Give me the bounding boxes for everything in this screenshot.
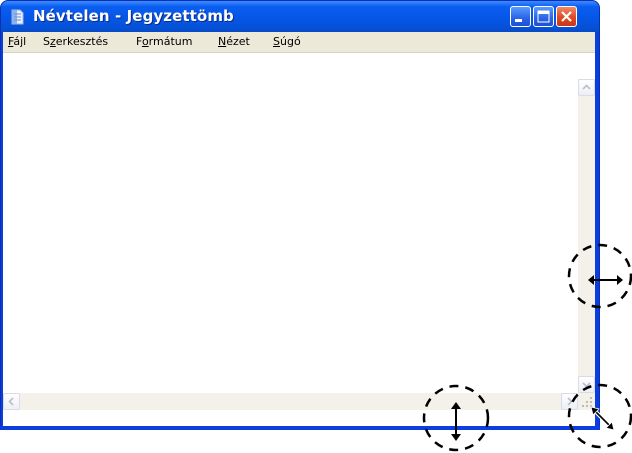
resize-diagonal-cursor [567, 383, 632, 449]
resize-annotation-overlay [422, 243, 632, 452]
resize-horizontal-cursor [567, 243, 632, 309]
resize-vertical-cursor [422, 384, 490, 452]
